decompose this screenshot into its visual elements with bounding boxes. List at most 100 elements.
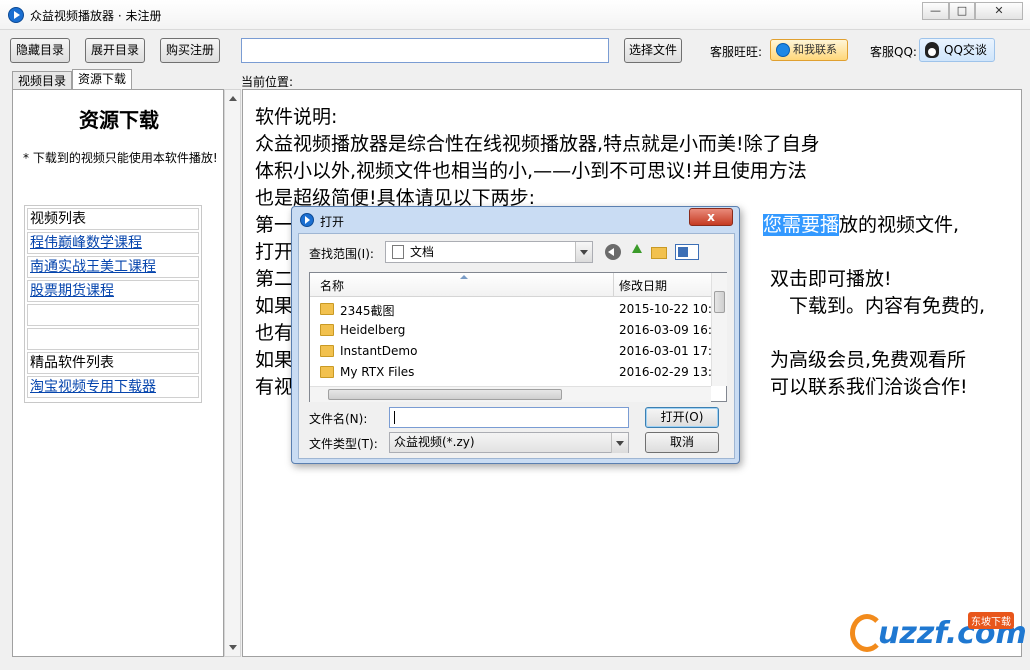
file-list: 名称 修改日期 2345截图 2015-10-22 10:5 Heidelber… (309, 272, 727, 402)
file-type-value: 众益视频(*.zy) (394, 435, 475, 449)
look-in-combobox[interactable]: 文档 (385, 241, 593, 263)
up-folder-icon[interactable] (629, 244, 645, 260)
folder-icon (320, 345, 334, 357)
table-row[interactable]: 2345截图 2015-10-22 10:5 (310, 299, 720, 320)
list-item: 精品软件列表 (27, 352, 199, 374)
dialog-body: 查找范围(I): 文档 名称 修改日期 2345截图 2015-10-22 10… (298, 233, 735, 459)
qq-chat-button[interactable]: QQ交谈 (919, 38, 995, 62)
download-note: * 下载到的视频只能使用本软件播放! (23, 151, 218, 165)
column-name[interactable]: 名称 (320, 277, 344, 294)
text-line: 体积小以外,视频文件也相当的小,——小到不可思议!并且使用方法 (255, 160, 807, 182)
file-list-header: 名称 修改日期 (310, 273, 711, 297)
scroll-thumb[interactable] (714, 291, 725, 313)
open-button[interactable]: 打开(O) (645, 407, 719, 428)
choose-file-button[interactable]: 选择文件 (624, 38, 682, 63)
file-type-combobox[interactable]: 众益视频(*.zy) (389, 432, 629, 453)
text-fragment: 双击即可播放! (770, 268, 892, 290)
minimize-button[interactable]: — (922, 2, 949, 20)
scroll-thumb[interactable] (328, 389, 562, 400)
list-item[interactable]: 南通实战王美工课程 (27, 256, 199, 278)
qq-chat-label: QQ交谈 (944, 43, 987, 57)
close-button[interactable]: ✕ (975, 2, 1023, 20)
list-item[interactable]: 股票期货课程 (27, 280, 199, 302)
text-line: 众益视频播放器是综合性在线视频播放器,特点就是小而美!除了自身 (255, 133, 820, 155)
text-fragment: 如果 (255, 349, 294, 371)
column-date[interactable]: 修改日期 (619, 277, 667, 294)
file-name-label: 文件名(N): (309, 412, 368, 426)
list-item: 视频列表 (27, 208, 199, 230)
contact-button[interactable]: 和我联系 (770, 39, 848, 61)
text-fragment: 放的视频文件, (839, 214, 960, 236)
back-icon[interactable] (605, 244, 621, 260)
tab-video-directory[interactable]: 视频目录 (12, 71, 72, 89)
file-date: 2016-03-01 17:1 (619, 344, 720, 358)
sort-asc-icon (460, 275, 468, 279)
left-panel-scrollbar[interactable] (224, 89, 241, 657)
file-name-input[interactable] (389, 407, 629, 428)
panel-title: 资源下载 (79, 108, 159, 132)
text-fragment: 如果 (255, 295, 294, 317)
watermark-sub: 东坡下载 (968, 612, 1014, 629)
folder-icon (320, 324, 334, 336)
qq-label: 客服QQ: (870, 45, 917, 59)
folder-icon (320, 303, 334, 315)
app-play-icon (8, 7, 24, 23)
documents-icon (392, 245, 404, 259)
text-fragment: 第一 (255, 214, 294, 236)
qq-penguin-icon (925, 42, 939, 58)
wangwang-label: 客服旺旺: (710, 45, 763, 59)
view-menu-icon[interactable] (675, 244, 699, 260)
highlighted-text: 您需要播 (763, 214, 840, 236)
contact-button-label: 和我联系 (793, 43, 837, 56)
maximize-button[interactable]: □ (949, 2, 975, 20)
dialog-close-button[interactable]: x (689, 208, 733, 226)
file-date: 2015-10-22 10:5 (619, 302, 720, 316)
resource-download-panel: 资源下载 * 下载到的视频只能使用本软件播放! 视频列表 程伟巅峰数学课程 南通… (12, 89, 224, 657)
resource-list: 视频列表 程伟巅峰数学课程 南通实战王美工课程 股票期货课程 精品软件列表 淘宝… (24, 205, 202, 403)
file-type-label: 文件类型(T): (309, 437, 378, 451)
scroll-down-icon[interactable] (229, 645, 237, 650)
table-row[interactable]: Heidelberg 2016-03-09 16:1 (310, 320, 720, 341)
table-row[interactable]: InstantDemo 2016-03-01 17:1 (310, 341, 720, 362)
site-watermark: uzzf.com 东坡下载 (850, 610, 1027, 658)
cancel-button[interactable]: 取消 (645, 432, 719, 453)
text-line: 软件说明: (255, 106, 338, 128)
new-folder-icon[interactable] (651, 247, 667, 259)
list-item[interactable]: 淘宝视频专用下载器 (27, 376, 199, 398)
expand-directory-button[interactable]: 展开目录 (85, 38, 145, 63)
list-item[interactable]: 程伟巅峰数学课程 (27, 232, 199, 254)
window-title: 众益视频播放器 · 未注册 (30, 9, 162, 23)
file-name: InstantDemo (340, 344, 418, 358)
table-row[interactable]: My RTX Files 2016-02-29 13:0 (310, 362, 720, 383)
text-fragment: 可以联系我们洽谈合作! (770, 376, 968, 398)
open-file-dialog: 打开 x 查找范围(I): 文档 名称 修改日期 2345截图 2015-10-… (291, 206, 740, 464)
text-fragment: 为高级会员,免费观看所 (770, 349, 967, 371)
file-name: Heidelberg (340, 323, 406, 337)
title-bar: 众益视频播放器 · 未注册 — □ ✕ (0, 0, 1030, 30)
dialog-title: 打开 (320, 215, 345, 229)
wangwang-icon (776, 43, 790, 57)
text-fragment: 下载到。内容有免费的, (789, 295, 986, 317)
text-fragment: 第二 (255, 268, 294, 290)
hide-directory-button[interactable]: 隐藏目录 (10, 38, 70, 63)
buy-register-button[interactable]: 购买注册 (160, 38, 220, 63)
file-list-hscrollbar[interactable] (310, 386, 711, 402)
file-date: 2016-03-09 16:1 (619, 323, 720, 337)
text-fragment: 有视 (255, 376, 294, 398)
look-in-value: 文档 (410, 245, 435, 259)
text-caret (394, 411, 395, 424)
folder-icon (320, 366, 334, 378)
scroll-up-icon[interactable] (229, 96, 237, 101)
list-item (27, 304, 199, 326)
tab-resource-download[interactable]: 资源下载 (72, 69, 132, 90)
file-name: 2345截图 (340, 304, 395, 318)
chevron-down-icon[interactable] (575, 242, 592, 262)
path-input[interactable] (241, 38, 609, 63)
look-in-label: 查找范围(I): (309, 247, 374, 261)
file-date: 2016-02-29 13:0 (619, 365, 720, 379)
chevron-down-icon[interactable] (611, 433, 628, 453)
column-divider (613, 273, 614, 297)
file-list-vscrollbar[interactable] (711, 273, 727, 386)
list-item (27, 328, 199, 350)
current-location-label: 当前位置: (241, 75, 294, 89)
